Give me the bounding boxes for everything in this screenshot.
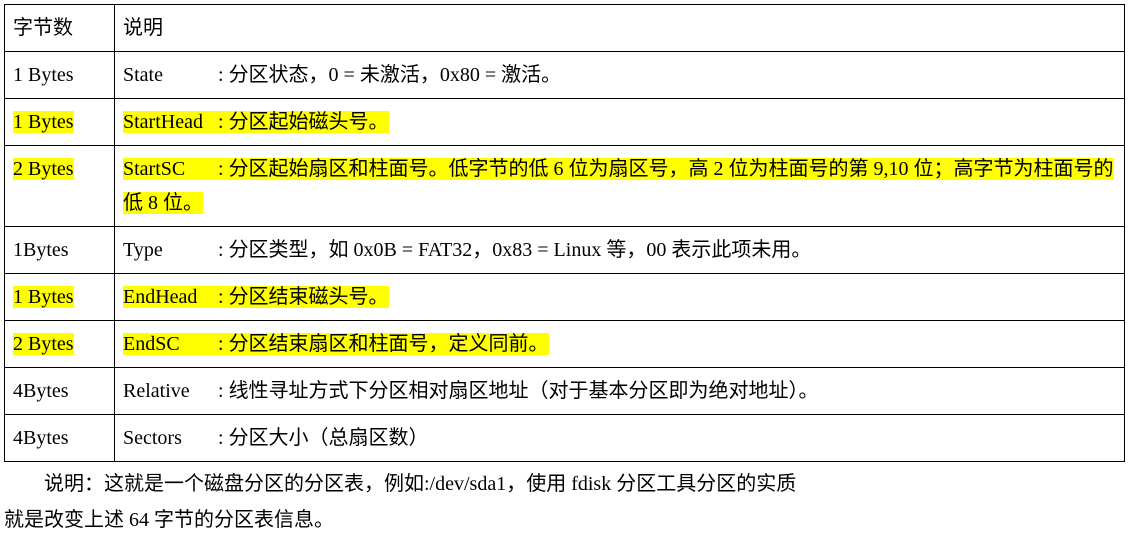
header-bytes: 字节数 <box>5 5 115 52</box>
cell-bytes: 1Bytes <box>5 227 115 274</box>
cell-bytes: 4Bytes <box>5 368 115 415</box>
table-row: 2 Bytes EndSC: 分区结束扇区和柱面号，定义同前。 <box>5 321 1125 368</box>
partition-table: 字节数 说明 1 Bytes State: 分区状态，0 = 未激活，0x80 … <box>4 4 1125 462</box>
table-row: 1Bytes Type: 分区类型，如 0x0B = FAT32，0x83 = … <box>5 227 1125 274</box>
footnote: 说明：这就是一个磁盘分区的分区表，例如:/dev/sda1，使用 fdisk 分… <box>4 462 1124 538</box>
cell-desc: Type: 分区类型，如 0x0B = FAT32，0x83 = Linux 等… <box>115 227 1125 274</box>
cell-desc: EndSC: 分区结束扇区和柱面号，定义同前。 <box>115 321 1125 368</box>
cell-bytes: 4Bytes <box>5 415 115 462</box>
cell-bytes: 2 Bytes <box>5 146 115 227</box>
cell-desc: State: 分区状态，0 = 未激活，0x80 = 激活。 <box>115 52 1125 99</box>
table-row: 1 Bytes StartHead: 分区起始磁头号。 <box>5 99 1125 146</box>
cell-desc: StartSC: 分区起始扇区和柱面号。低字节的低 6 位为扇区号，高 2 位为… <box>115 146 1125 227</box>
footnote-line1: 说明：这就是一个磁盘分区的分区表，例如:/dev/sda1，使用 fdisk 分… <box>4 466 1124 502</box>
table-row: 1 Bytes State: 分区状态，0 = 未激活，0x80 = 激活。 <box>5 52 1125 99</box>
footnote-line2: 就是改变上述 64 字节的分区表信息。 <box>4 509 334 531</box>
cell-bytes: 2 Bytes <box>5 321 115 368</box>
table-row: 4Bytes Sectors: 分区大小（总扇区数） <box>5 415 1125 462</box>
table-row: 2 Bytes StartSC: 分区起始扇区和柱面号。低字节的低 6 位为扇区… <box>5 146 1125 227</box>
cell-desc: Relative: 线性寻址方式下分区相对扇区地址（对于基本分区即为绝对地址）。 <box>115 368 1125 415</box>
cell-bytes: 1 Bytes <box>5 99 115 146</box>
table-row: 1 Bytes EndHead: 分区结束磁头号。 <box>5 274 1125 321</box>
table-row: 4Bytes Relative: 线性寻址方式下分区相对扇区地址（对于基本分区即… <box>5 368 1125 415</box>
cell-desc: Sectors: 分区大小（总扇区数） <box>115 415 1125 462</box>
cell-bytes: 1 Bytes <box>5 274 115 321</box>
table-header-row: 字节数 说明 <box>5 5 1125 52</box>
cell-bytes: 1 Bytes <box>5 52 115 99</box>
cell-desc: StartHead: 分区起始磁头号。 <box>115 99 1125 146</box>
header-desc: 说明 <box>115 5 1125 52</box>
cell-desc: EndHead: 分区结束磁头号。 <box>115 274 1125 321</box>
